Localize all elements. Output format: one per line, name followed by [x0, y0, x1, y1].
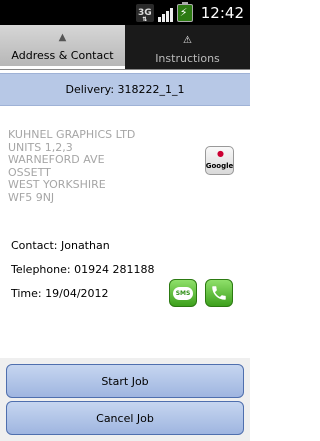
sms-icon: SMS: [173, 286, 193, 300]
google-maps-icon: Google: [205, 162, 234, 170]
warning-icon: ⚠: [183, 35, 192, 46]
network-3g-icon: 3G ⇅: [135, 3, 154, 23]
address-line: WF5 9NJ: [8, 190, 55, 204]
start-job-button[interactable]: Start Job: [6, 364, 244, 398]
map-pin-icon: ●: [217, 149, 224, 158]
delivery-time: Time: 19/04/2012: [11, 287, 109, 300]
battery-charging-icon: [176, 1, 193, 22]
tab-bar: ▲ Address & Contact ⚠ Instructions: [0, 25, 250, 69]
delivery-header: Delivery: 318222_1_1: [0, 73, 250, 106]
tab-address-contact-label: Address & Contact: [11, 49, 114, 62]
status-time: 12:42: [200, 3, 244, 22]
address-line: WEST YORKSHIRE: [8, 178, 106, 191]
phone-icon: [212, 286, 226, 300]
signal-strength-icon: [157, 4, 173, 22]
delivery-title: Delivery: 318222_1_1: [65, 83, 185, 96]
data-arrows-icon: ⇅: [142, 15, 148, 23]
status-bar: 3G ⇅ 12:42: [0, 0, 250, 25]
tab-address-contact[interactable]: ▲ Address & Contact: [0, 25, 125, 69]
tab-divider: [0, 69, 250, 70]
call-button[interactable]: [205, 279, 233, 307]
telephone-number: Telephone: 01924 281188: [11, 263, 155, 276]
address-line: WARNEFORD AVE: [8, 153, 105, 166]
person-icon: ▲: [58, 32, 67, 43]
cancel-job-button[interactable]: Cancel Job: [6, 401, 244, 435]
sms-button[interactable]: SMS: [169, 279, 197, 307]
tab-instructions-label: Instructions: [155, 52, 220, 65]
google-maps-button[interactable]: ● Google: [205, 146, 234, 175]
tab-instructions[interactable]: ⚠ Instructions: [125, 25, 250, 69]
contact-name: Contact: Jonathan: [11, 239, 110, 252]
address-block: KUHNEL GRAPHICS LTD UNITS 1,2,3 WARNEFOR…: [8, 128, 136, 204]
address-line: KUHNEL GRAPHICS LTD: [8, 128, 136, 141]
